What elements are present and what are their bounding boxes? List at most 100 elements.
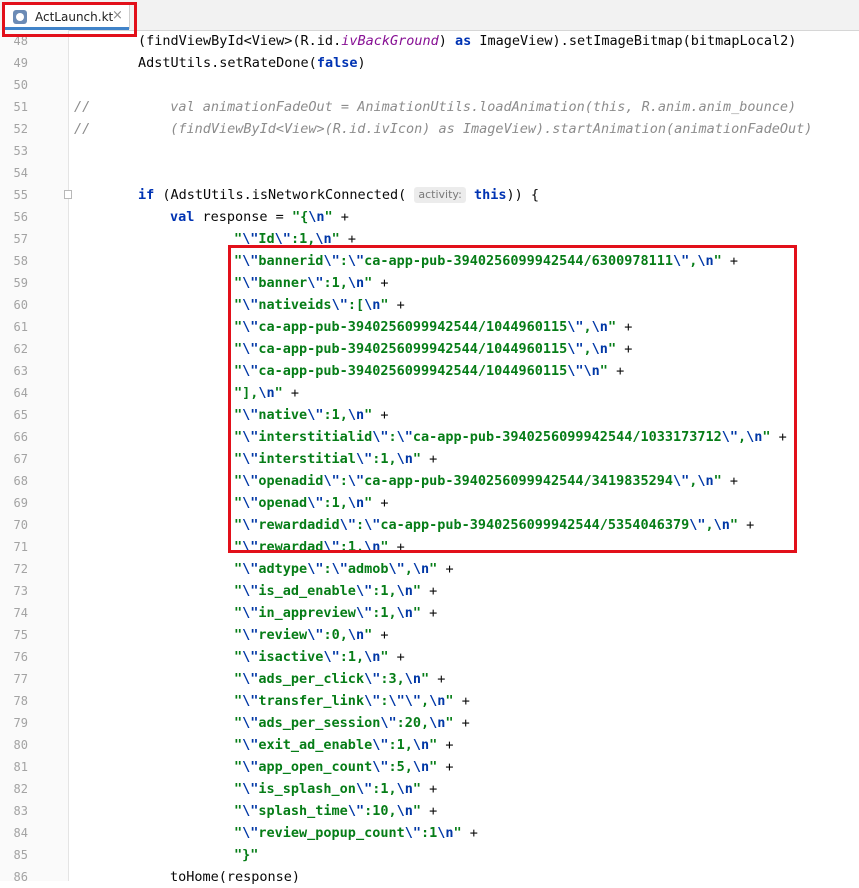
code-token: \n bbox=[404, 671, 421, 687]
code-token: + bbox=[421, 451, 438, 467]
code-token: " bbox=[234, 297, 243, 313]
code-line[interactable]: 73 "\"is_ad_enable\":1,\n" + bbox=[0, 580, 859, 602]
code-line[interactable]: 82 "\"is_splash_on\":1,\n" + bbox=[0, 778, 859, 800]
code-line[interactable]: 57 "\"Id\":1,\n" + bbox=[0, 228, 859, 250]
line-number: 76 bbox=[13, 650, 28, 664]
code-token: " bbox=[762, 429, 771, 445]
code-token: \" bbox=[347, 473, 365, 489]
code-editor[interactable]: 48 (findViewById<View>(R.id.ivBackGround)… bbox=[0, 30, 859, 885]
code-line[interactable]: 79 "\"ads_per_session\":20,\n" + bbox=[0, 712, 859, 734]
code-token: " bbox=[380, 539, 389, 555]
code-token: " bbox=[412, 451, 422, 467]
code-line[interactable]: 68 "\"openadid\":\"ca-app-pub-39402560999… bbox=[0, 470, 859, 492]
code-token: review_popup_count bbox=[258, 825, 405, 841]
code-line[interactable]: 78 "\"transfer_link\":\"\",\n" + bbox=[0, 690, 859, 712]
code-line[interactable]: 63 "\"ca-app-pub-3940256099942544/1044960… bbox=[0, 360, 859, 382]
code-token: \" bbox=[364, 693, 381, 709]
code-token: interstitialid bbox=[258, 429, 373, 445]
line-number: 57 bbox=[13, 232, 28, 246]
code-line[interactable]: 56 val response = "{\n" + bbox=[0, 206, 859, 228]
code-line[interactable]: 75 "\"review\":0,\n" + bbox=[0, 624, 859, 646]
code-token: Id bbox=[258, 231, 275, 247]
code-line[interactable]: 58 "\"bannerid\":\"ca-app-pub-39402560999… bbox=[0, 250, 859, 272]
line-number: 83 bbox=[13, 804, 28, 818]
editor-tab-bar: ActLaunch.kt × bbox=[0, 0, 859, 31]
code-token: \n bbox=[437, 825, 454, 841]
code-token: \" bbox=[347, 253, 365, 269]
code-line[interactable]: 60 "\"nativeids\":[\n" + bbox=[0, 294, 859, 316]
code-token: \" bbox=[339, 517, 356, 533]
code-line[interactable]: 74 "\"in_appreview\":1,\n" + bbox=[0, 602, 859, 624]
code-line[interactable]: 80 "\"exit_ad_enable\":1,\n" + bbox=[0, 734, 859, 756]
code-line[interactable]: 66 "\"interstitialid\":\"ca-app-pub-39402… bbox=[0, 426, 859, 448]
code-text: "\"interstitial\":1,\n" + bbox=[234, 448, 437, 470]
code-line[interactable]: 50 bbox=[0, 74, 859, 96]
code-token: :20, bbox=[396, 715, 430, 731]
code-line[interactable]: 67 "\"interstitial\":1,\n" + bbox=[0, 448, 859, 470]
code-line[interactable]: 65 "\"native\":1,\n" + bbox=[0, 404, 859, 426]
fold-marker-icon[interactable] bbox=[64, 190, 72, 199]
code-line[interactable]: 48 (findViewById<View>(R.id.ivBackGround)… bbox=[0, 30, 859, 52]
code-token: + bbox=[282, 385, 300, 401]
code-line[interactable]: 53 bbox=[0, 140, 859, 162]
code-line[interactable]: 69 "\"openad\":1,\n" + bbox=[0, 492, 859, 514]
line-number: 75 bbox=[13, 628, 28, 642]
code-token: \n bbox=[412, 561, 430, 577]
code-token: " bbox=[412, 605, 422, 621]
code-line[interactable]: 86 toHome(response) bbox=[0, 866, 859, 888]
line-number: 73 bbox=[13, 584, 28, 598]
line-number: 59 bbox=[13, 276, 28, 290]
code-token: \" bbox=[307, 407, 324, 423]
code-line[interactable]: 55 if (AdstUtils.isNetworkConnected( acti… bbox=[0, 184, 859, 206]
code-token: : bbox=[323, 561, 332, 577]
code-token: \" bbox=[242, 693, 259, 709]
code-line[interactable]: 54 bbox=[0, 162, 859, 184]
code-token: \" bbox=[388, 693, 405, 709]
code-token: \n bbox=[697, 253, 714, 269]
code-line[interactable]: 71 "\"rewardad\":1,\n" + bbox=[0, 536, 859, 558]
code-token: ca-app-pub-3940256099942544/3419835294 bbox=[364, 473, 673, 489]
code-token: " bbox=[380, 297, 389, 313]
code-line[interactable]: 85 "}" bbox=[0, 844, 859, 866]
code-line[interactable]: 84 "\"review_popup_count\":1\n" + bbox=[0, 822, 859, 844]
code-line[interactable]: 72 "\"adtype\":\"admob\",\n" + bbox=[0, 558, 859, 580]
code-line[interactable]: 81 "\"app_open_count\":5,\n" + bbox=[0, 756, 859, 778]
code-line[interactable]: 70 "\"rewardadid\":\"ca-app-pub-394025609… bbox=[0, 514, 859, 536]
code-token: \" bbox=[388, 561, 405, 577]
code-text: "\"adtype\":\"admob\",\n" + bbox=[234, 558, 454, 580]
code-token: banner bbox=[258, 275, 308, 291]
code-token: " bbox=[445, 693, 454, 709]
code-line[interactable]: 49 AdstUtils.setRateDone(false) bbox=[0, 52, 859, 74]
close-icon[interactable]: × bbox=[112, 8, 123, 23]
tab-actlaunch-kt[interactable]: ActLaunch.kt × bbox=[4, 4, 130, 30]
code-token: \n bbox=[364, 649, 381, 665]
code-line[interactable]: 83 "\"splash_time\":10,\n" + bbox=[0, 800, 859, 822]
code-token: \" bbox=[242, 407, 259, 423]
code-line[interactable]: 59 "\"banner\":1,\n" + bbox=[0, 272, 859, 294]
code-line[interactable]: 51 // val animationFadeOut = AnimationUti… bbox=[0, 96, 859, 118]
code-token: \" bbox=[355, 781, 373, 797]
code-token: exit_ad_enable bbox=[258, 737, 373, 753]
code-token: + bbox=[421, 605, 438, 621]
code-line[interactable]: 52 // (findViewById<View>(R.id.ivIcon) as… bbox=[0, 118, 859, 140]
code-token: :1, bbox=[372, 605, 397, 621]
code-token: \n bbox=[396, 605, 413, 621]
line-number: 62 bbox=[13, 342, 28, 356]
code-line[interactable]: 77 "\"ads_per_click\":3,\n" + bbox=[0, 668, 859, 690]
code-token: \n bbox=[347, 627, 365, 643]
code-line[interactable]: 76 "\"isactive\":1,\n" + bbox=[0, 646, 859, 668]
code-line[interactable]: 61 "\"ca-app-pub-3940256099942544/1044960… bbox=[0, 316, 859, 338]
code-token: + bbox=[437, 737, 454, 753]
code-line[interactable]: 62 "\"ca-app-pub-3940256099942544/1044960… bbox=[0, 338, 859, 360]
code-token: + bbox=[453, 693, 470, 709]
tab-label: ActLaunch.kt bbox=[35, 10, 114, 24]
code-token: + bbox=[339, 231, 356, 247]
code-token: \n bbox=[583, 363, 600, 379]
line-number: 48 bbox=[13, 34, 28, 48]
code-line[interactable]: 64 "],\n" + bbox=[0, 382, 859, 404]
code-token: \" bbox=[323, 253, 340, 269]
code-token: :1 bbox=[420, 825, 438, 841]
code-token: "], bbox=[234, 385, 259, 401]
code-token: \n bbox=[396, 583, 413, 599]
code-token: \" bbox=[242, 517, 259, 533]
